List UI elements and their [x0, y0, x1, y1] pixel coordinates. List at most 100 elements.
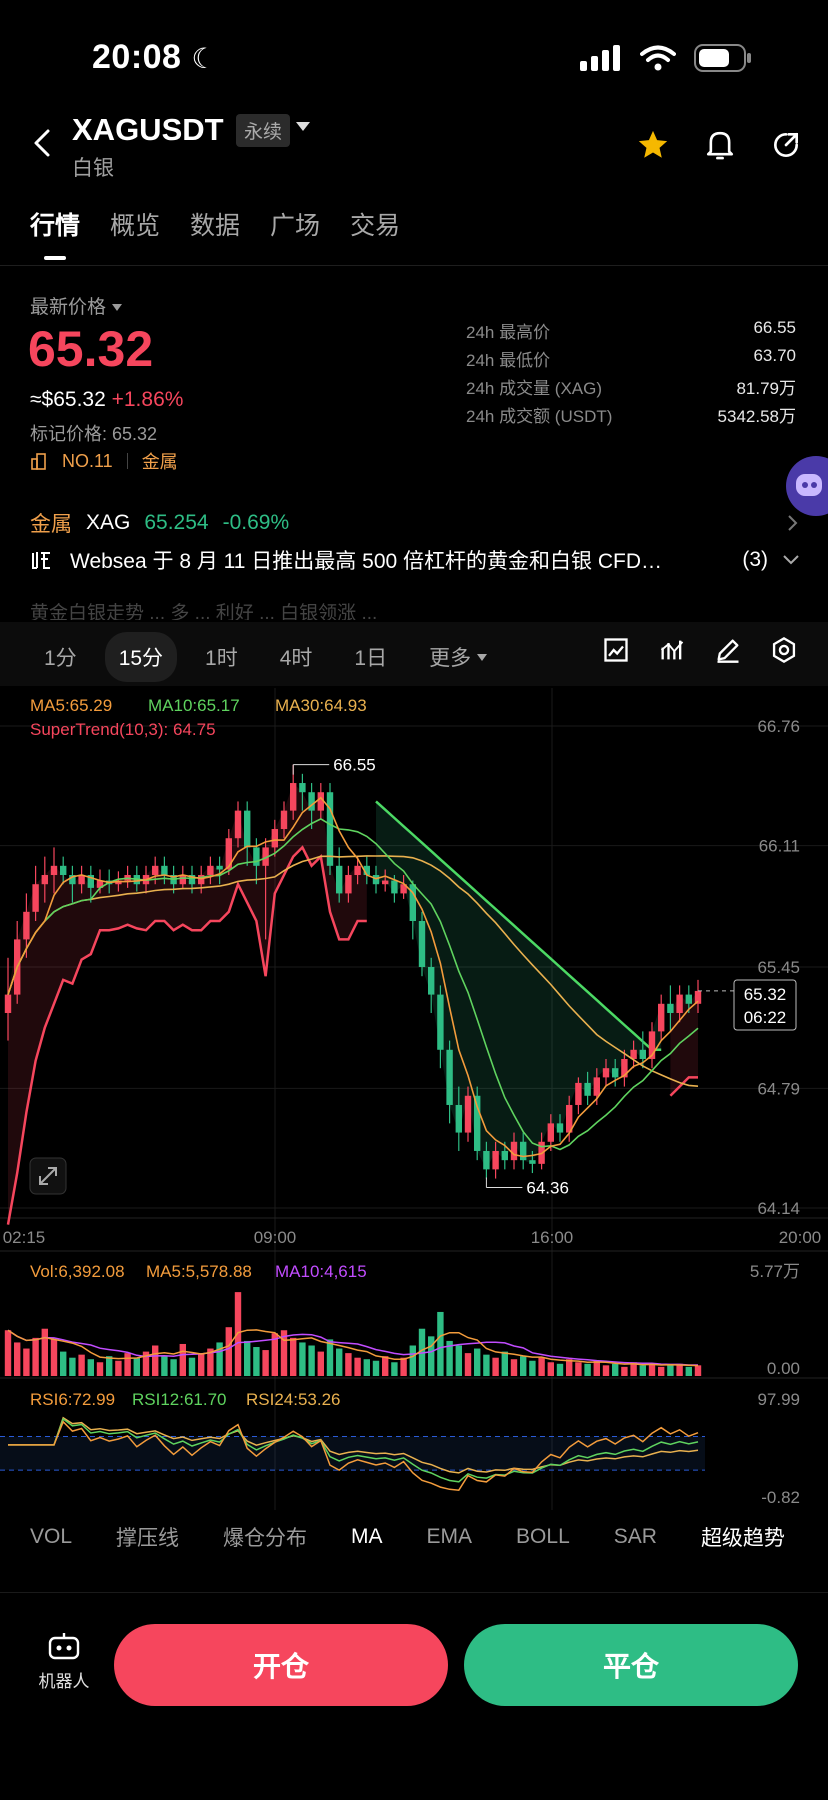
volume-label: Vol:6,392.08 [30, 1262, 125, 1281]
chart-grid [0, 688, 828, 1510]
volume-bar [198, 1353, 205, 1376]
price-chart[interactable]: 66.76 66.11 65.45 64.79 64.14 02:15 09:00 16:0… [0, 688, 828, 1510]
tab-data[interactable]: 数据 [190, 206, 240, 242]
cellular-signal-icon [580, 45, 620, 71]
volume-bar [501, 1351, 508, 1376]
open-position-button[interactable]: 开仓 [114, 1624, 448, 1706]
candle-body [455, 1104, 462, 1133]
robot-icon [48, 1633, 80, 1660]
volume-bar [538, 1357, 545, 1376]
usd-price-line: ≈$65.32 +1.86% [30, 388, 183, 412]
indicator-ema[interactable]: EMA [427, 1525, 473, 1549]
volume-bar [244, 1340, 251, 1376]
rank-line: NO.11 金属 [30, 448, 178, 474]
volume-bar [658, 1366, 665, 1376]
moon-icon: ☾ [191, 43, 218, 74]
symbol-dropdown-caret-icon[interactable] [296, 122, 310, 131]
candle-body [372, 875, 380, 885]
metal-change: -0.69% [222, 511, 290, 534]
rsi-lines [0, 1416, 705, 1491]
timeframe-tabs: 1分 15分 1时 4时 1日 更多 [30, 632, 501, 682]
tab-trade[interactable]: 交易 [350, 206, 400, 242]
close-position-button[interactable]: 平仓 [464, 1624, 798, 1706]
header-actions [636, 128, 802, 162]
draw-pencil-icon[interactable] [714, 636, 742, 664]
candle-body [50, 865, 58, 876]
bell-alert-icon[interactable] [704, 128, 736, 162]
share-icon[interactable] [770, 129, 802, 161]
candle-body [216, 865, 223, 870]
candle-body [418, 921, 426, 967]
symbol-title[interactable]: XAGUSDT [72, 112, 224, 148]
indicator-ma[interactable]: MA [351, 1525, 383, 1549]
tab-market[interactable]: 行情 [30, 206, 80, 260]
assistant-bubble-icon[interactable] [786, 456, 828, 516]
time-tick-label: 09:00 [254, 1228, 297, 1247]
candle-body [556, 1123, 564, 1133]
indicator-supertrend[interactable]: 超级趋势 [701, 1522, 785, 1552]
candle-body [244, 810, 251, 848]
indicator-liquidation[interactable]: 爆仓分布 [223, 1522, 307, 1552]
timeframe-more[interactable]: 更多 [415, 632, 501, 682]
volume-bar [78, 1354, 85, 1376]
candle-body [575, 1082, 582, 1105]
chevron-down-icon[interactable] [782, 554, 800, 566]
price-tick-label: 66.76 [757, 717, 800, 736]
candle-body [4, 994, 12, 1013]
indicator-icon[interactable] [658, 636, 686, 664]
candle-body [529, 1160, 536, 1164]
volume-bar [455, 1345, 462, 1376]
rank-number[interactable]: NO.11 [62, 451, 113, 472]
low-marker-label: 64.36 [526, 1179, 569, 1198]
timeframe-more-label: 更多 [429, 647, 472, 670]
stat-low-label: 24h 最低价 [466, 351, 551, 370]
volume-bar [483, 1354, 490, 1376]
latest-price-label[interactable]: 最新价格 [30, 292, 123, 319]
indicator-sar[interactable]: SAR [614, 1525, 657, 1549]
indicator-boll[interactable]: BOLL [516, 1525, 570, 1549]
volume-bar [529, 1360, 536, 1376]
mark-price: 标记价格: 65.32 [30, 424, 158, 444]
candle-body [60, 865, 67, 876]
star-favorite-icon[interactable] [636, 128, 670, 162]
metal-price: 65.254 [144, 511, 209, 534]
timeframe-15m[interactable]: 15分 [104, 632, 178, 682]
category-tag[interactable]: 金属 [142, 448, 178, 474]
candle-body [354, 865, 361, 876]
news-ticker[interactable]: Websea 于 8 月 11 日推出最高 500 倍杠杆的黄金和白银 CFD…… [30, 545, 800, 575]
supertrend-band [6, 783, 698, 1225]
rank-icon [31, 453, 46, 470]
indicator-vol[interactable]: VOL [30, 1525, 72, 1549]
news-text: Websea 于 8 月 11 日推出最高 500 倍杠杆的黄金和白银 CFD… [70, 550, 663, 573]
usd-price: ≈$65.32 [30, 388, 106, 411]
ma5-label: MA5:65.29 [30, 696, 112, 715]
candle-body [23, 911, 30, 940]
timeframe-1m[interactable]: 1分 [30, 632, 91, 682]
volume-bar [299, 1342, 306, 1376]
candlesticks [4, 764, 702, 1179]
back-arrow-icon[interactable] [28, 128, 58, 158]
candle-body [464, 1095, 472, 1133]
volume-bar [188, 1357, 196, 1376]
related-metal-line[interactable]: 金属 XAG 65.254 -0.69% [30, 508, 800, 538]
status-time: 20:08 ☾ [92, 38, 217, 77]
candle-body [501, 1150, 508, 1161]
volume-bar [694, 1365, 702, 1376]
timeframe-1h[interactable]: 1时 [191, 632, 252, 682]
candle-body [612, 1068, 619, 1078]
chart-settings-icon[interactable] [770, 636, 798, 664]
volume-bar [639, 1365, 646, 1376]
tab-square[interactable]: 广场 [270, 206, 320, 242]
expand-chart-icon[interactable] [29, 1157, 67, 1195]
candle-body [299, 783, 306, 793]
supertrend-fill [376, 801, 662, 1170]
timeframe-1d[interactable]: 1日 [340, 632, 401, 682]
tab-overview[interactable]: 概览 [110, 206, 160, 242]
timeframe-4h[interactable]: 4时 [266, 632, 327, 682]
chart-image-icon[interactable] [602, 636, 630, 664]
volume-bar [584, 1363, 591, 1376]
metal-code: XAG [86, 511, 131, 534]
indicator-support-resistance[interactable]: 撑压线 [116, 1522, 179, 1552]
candle-body [336, 865, 343, 894]
robot-button[interactable]: 机器人 [34, 1630, 94, 1692]
